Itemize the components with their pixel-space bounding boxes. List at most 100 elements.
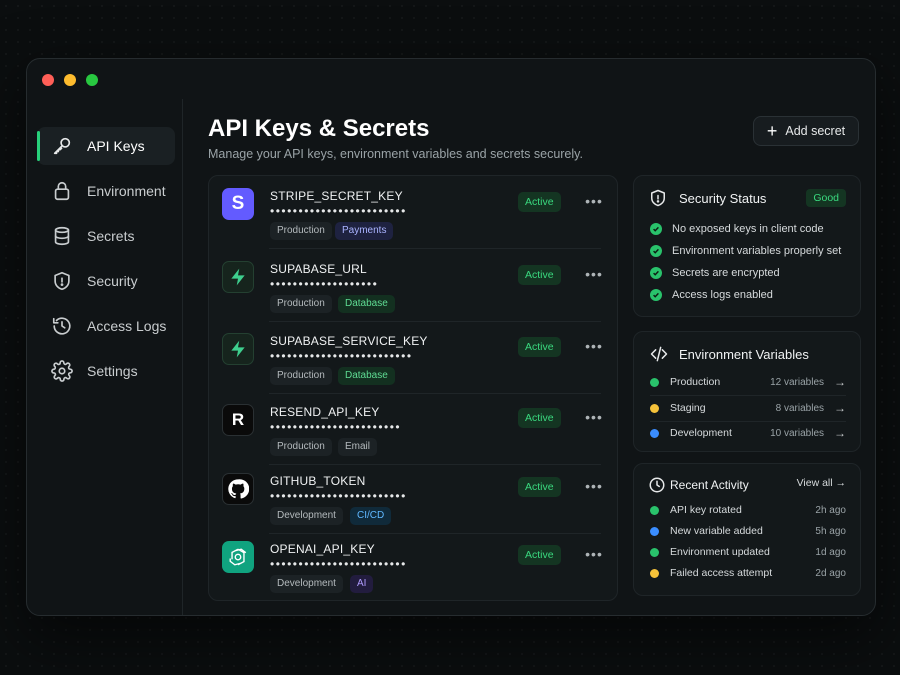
activity-time: 5h ago	[815, 525, 846, 537]
add-secret-button[interactable]: + Add secret	[753, 116, 859, 146]
sidebar-item-security[interactable]: Security	[37, 262, 175, 300]
status-badge: Active	[518, 337, 561, 357]
key-row-supabase-url[interactable]: SUPABASE_URL ••••••••••••••••••• Product…	[209, 252, 617, 322]
tag-environment: Development	[270, 507, 343, 525]
status-badge: Active	[518, 477, 561, 497]
key-name: SUPABASE_SERVICE_KEY	[270, 334, 428, 348]
close-window-button[interactable]	[42, 74, 54, 86]
status-dot	[650, 403, 659, 413]
activity-time: 2h ago	[815, 504, 846, 516]
key-row-supabase-service[interactable]: SUPABASE_SERVICE_KEY •••••••••••••••••••…	[209, 324, 617, 394]
activity-time: 2d ago	[815, 567, 846, 579]
sidebar-item-secrets[interactable]: Secrets	[37, 217, 175, 255]
activity-item: Failed access attempt 2d ago	[650, 565, 846, 581]
card-title: Security Status	[679, 191, 767, 206]
sidebar-item-settings[interactable]: Settings	[37, 352, 175, 390]
key-value-masked: ••••••••••••••••••••••••	[270, 557, 407, 571]
view-all-link[interactable]: View all →	[797, 477, 846, 489]
check-label: No exposed keys in client code	[672, 223, 824, 235]
supabase-icon	[222, 333, 254, 365]
history-icon	[52, 317, 71, 335]
key-name: SUPABASE_URL	[270, 262, 367, 276]
main-content: API Keys & Secrets Manage your API keys,…	[184, 99, 875, 615]
activity-item: API key rotated 2h ago	[650, 502, 846, 518]
add-secret-label: Add secret	[785, 124, 846, 138]
more-options-button[interactable]: •••	[583, 477, 605, 497]
check-icon	[650, 267, 662, 279]
activity-item: Environment updated 1d ago	[650, 544, 846, 560]
env-name: Production	[670, 376, 721, 388]
card-title: Environment Variables	[679, 347, 809, 362]
activity-text: Environment updated	[670, 546, 770, 558]
tag-environment: Production	[270, 367, 332, 385]
sidebar-item-label: Secrets	[87, 228, 135, 244]
status-dot	[650, 568, 659, 578]
key-icon	[53, 137, 71, 155]
more-options-button[interactable]: •••	[583, 408, 605, 428]
tag-category: Database	[338, 367, 395, 385]
status-dot	[650, 377, 659, 387]
env-row-production[interactable]: Production 12 variables →	[650, 370, 846, 394]
arrow-right-icon: →	[835, 477, 847, 489]
key-row-resend[interactable]: R RESEND_API_KEY •••••••••••••••••••••••…	[209, 395, 617, 465]
supabase-icon	[222, 261, 254, 293]
key-name: STRIPE_SECRET_KEY	[270, 189, 403, 203]
minimize-window-button[interactable]	[64, 74, 76, 86]
tag-environment: Production	[270, 295, 332, 313]
key-name: OPENAI_API_KEY	[270, 542, 375, 556]
resend-icon: R	[222, 404, 254, 436]
check-icon	[650, 223, 662, 235]
sidebar-item-label: Security	[87, 273, 138, 289]
shield-icon	[651, 189, 665, 207]
tag-environment: Production	[270, 438, 332, 456]
database-icon	[54, 226, 70, 246]
more-options-button[interactable]: •••	[583, 337, 605, 357]
status-dot	[650, 428, 659, 438]
check-item: No exposed keys in client code	[650, 223, 824, 235]
status-badge: Active	[518, 408, 561, 428]
env-row-development[interactable]: Development 10 variables →	[650, 421, 846, 445]
tag-category: CI/CD	[350, 507, 392, 525]
key-value-masked: •••••••••••••••••••••••••	[270, 349, 413, 363]
page-title: API Keys & Secrets	[208, 115, 430, 142]
clock-icon	[649, 477, 665, 493]
check-label: Secrets are encrypted	[672, 267, 780, 279]
api-keys-list: S STRIPE_SECRET_KEY ••••••••••••••••••••…	[208, 175, 618, 601]
env-row-staging[interactable]: Staging 8 variables →	[650, 396, 846, 420]
status-badge: Good	[806, 189, 846, 207]
sidebar-item-environment[interactable]: Environment	[37, 172, 175, 210]
shield-icon	[54, 271, 70, 291]
sidebar-item-access-logs[interactable]: Access Logs	[37, 307, 175, 345]
github-icon	[222, 473, 254, 505]
key-value-masked: •••••••••••••••••••••••	[270, 420, 402, 434]
key-value-masked: •••••••••••••••••••	[270, 277, 379, 291]
env-count: 12 variables	[770, 376, 824, 388]
divider	[269, 321, 601, 322]
tag-category: Payments	[335, 222, 394, 240]
code-icon	[650, 346, 668, 362]
divider	[269, 393, 601, 394]
divider	[269, 248, 601, 249]
status-badge: Active	[518, 265, 561, 285]
tag-environment: Development	[270, 575, 343, 593]
sidebar: API Keys Environment Secrets Security Ac…	[27, 99, 183, 615]
tag-category: AI	[350, 575, 374, 593]
key-row-stripe[interactable]: S STRIPE_SECRET_KEY ••••••••••••••••••••…	[209, 179, 617, 249]
activity-time: 1d ago	[815, 546, 846, 558]
arrow-right-icon: →	[834, 401, 846, 415]
sidebar-item-api-keys[interactable]: API Keys	[37, 127, 175, 165]
card-title: Recent Activity	[670, 478, 749, 492]
gear-icon	[51, 360, 73, 382]
lock-icon	[54, 181, 70, 201]
status-badge: Active	[518, 192, 561, 212]
maximize-window-button[interactable]	[86, 74, 98, 86]
key-row-openai[interactable]: OPENAI_API_KEY •••••••••••••••••••••••• …	[209, 532, 617, 602]
environment-variables-card: Environment Variables Production 12 vari…	[633, 331, 861, 452]
more-options-button[interactable]: •••	[583, 545, 605, 565]
check-item: Access logs enabled	[650, 289, 773, 301]
more-options-button[interactable]: •••	[583, 265, 605, 285]
check-item: Secrets are encrypted	[650, 267, 780, 279]
key-row-github[interactable]: GITHUB_TOKEN •••••••••••••••••••••••• De…	[209, 464, 617, 534]
arrow-right-icon: →	[834, 426, 846, 440]
more-options-button[interactable]: •••	[583, 192, 605, 212]
